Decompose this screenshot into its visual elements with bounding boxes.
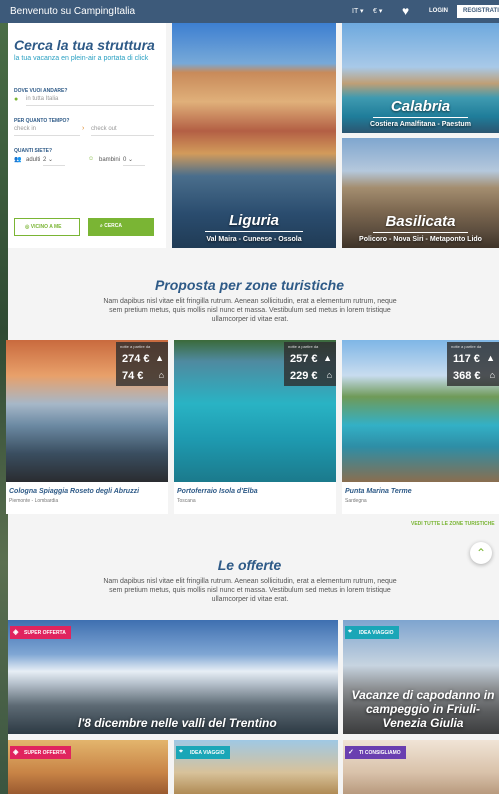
zone-card[interactable]: notte a partire da 117 € ▲ 368 € ⌂ Punta… [342,340,499,514]
offer-card[interactable]: ◈ SUPER OFFERTA l'8 dicembre nelle valli … [8,620,338,734]
offers-section-title: Le offerte [217,557,282,573]
offer-badge: ✓ TI CONSIGLIAMO [345,746,406,759]
offer-card[interactable]: ✓ TI CONSIGLIAMO [343,740,499,794]
divider [373,117,468,118]
search-panel: Cerca la tua struttura la tua vacanza en… [8,23,166,248]
region-subtitle: Policoro - Nova Siri - Metaponto Lido [359,236,482,243]
house-icon: ⌂ [489,370,495,380]
zone-name[interactable]: Punta Marina Terme [345,488,412,495]
region-subtitle: Val Maira - Cuneese - Ossola [206,236,302,243]
region-name: Liguria [228,212,279,229]
divider [373,232,468,233]
zone-name[interactable]: Cologna Spiaggia Roseto degli Abruzzi [9,488,139,495]
offer-card[interactable]: ⌖ IDEA VIAGGIO Vacanze di capodanno in ca… [343,620,499,734]
who-label: QUANTI SIETE? [14,148,53,154]
price-box: notte a partire da 257 € ▲ 229 € ⌂ [284,342,336,386]
zone-region: Sardegna [345,498,367,504]
tag-icon: ◈ [13,629,19,636]
price-tent: 117 € [453,353,480,365]
zone-region: Toscana [177,498,196,504]
tag-icon: ◈ [13,749,19,756]
offer-card[interactable]: ⌖ IDEA VIAGGIO [174,740,338,794]
currency-select[interactable]: € ▾ [373,7,382,15]
thumbs-up-icon: ✓ [348,749,354,756]
location-pin-icon: ⌖ [348,628,352,635]
offers-section-text: Nam dapibus nisl vitae elit fringilla ru… [103,578,397,603]
tent-icon: ▲ [155,353,164,363]
register-button[interactable]: REGISTRATI [457,5,499,18]
zones-section-title: Proposta per zone turistiche [154,277,345,293]
offer-badge: ⌖ IDEA VIAGGIO [345,626,399,639]
destination-input[interactable]: in tutta Italia [26,96,154,106]
region-tile-basilicata[interactable]: Basilicata Policoro - Nova Siri - Metapo… [342,138,499,248]
house-icon: ⌂ [158,370,164,380]
zone-card[interactable]: notte a partire da 274 € ▲ 74 € ⌂ Cologn… [6,340,168,514]
offer-badge: ◈ SUPER OFFERTA [10,626,71,639]
search-title: Cerca la tua struttura [14,37,155,53]
offer-card[interactable]: ◈ SUPER OFFERTA [8,740,168,794]
location-pin-icon: ⌖ [179,748,183,755]
zone-card[interactable]: notte a partire da 257 € ▲ 229 € ⌂ Porto… [174,340,336,514]
site-brand[interactable]: Benvenuto su CampingItalia [10,6,135,17]
language-select[interactable]: IT ▾ [352,7,364,15]
children-icon: ☺ [88,156,95,162]
adults-label: adulti [26,157,41,163]
price-tent: 274 € [122,353,150,365]
adults-select[interactable]: 2 ⌄ [43,156,65,166]
search-button[interactable]: ⌕ CERCA [88,218,154,236]
region-name: Calabria [390,98,451,115]
offer-badge: ⌖ IDEA VIAGGIO [176,746,230,759]
tent-icon: ▲ [486,353,495,363]
when-label: PER QUANTO TEMPO? [14,118,70,124]
region-tile-calabria[interactable]: Calabria Costiera Amalfitana - Paestum [342,23,499,133]
top-bar: Benvenuto su CampingItalia IT ▾ € ▾ ♥ LO… [0,0,499,23]
house-icon: ⌂ [326,370,332,380]
zones-section-text: Nam dapibus nisl vitae elit fringilla ru… [103,298,397,323]
price-note: notte a partire da [120,344,151,349]
zone-name[interactable]: Portoferraio Isola d'Elba [177,488,258,495]
see-all-zones-link[interactable]: VEDI TUTTE LE ZONE TURISTICHE [411,521,495,527]
region-name: Basilicata [385,213,456,230]
price-home: 229 € [290,370,318,382]
region-tile-liguria[interactable]: Liguria Val Maira - Cuneese - Ossola [172,23,336,248]
tent-icon: ▲ [323,353,332,363]
favorites-heart-icon[interactable]: ♥ [402,4,409,18]
search-subtitle: la tua vacanza en plein-air a portata di… [14,55,149,62]
price-home: 74 € [122,370,144,382]
checkin-input[interactable]: check in [14,126,80,136]
price-note: notte a partire da [288,344,319,349]
near-me-button[interactable]: ◎ VICINO A ME [14,218,80,236]
children-select[interactable]: 0 ⌄ [123,156,145,166]
offer-title: Vacanze di capodanno in campeggio in Fri… [351,688,495,730]
zone-region: Piemonte - Lombardia [9,498,59,504]
checkout-input[interactable]: check out [91,126,154,136]
offer-title: l'8 dicembre nelle valli del Trentino [78,716,277,730]
where-label: DOVE VUOI ANDARE? [14,88,68,94]
adults-icon: 👥 [14,157,22,163]
price-box: notte a partire da 117 € ▲ 368 € ⌂ [447,342,499,386]
arrow-right-icon: › [82,125,85,132]
offer-badge: ◈ SUPER OFFERTA [10,746,71,759]
login-link[interactable]: LOGIN [429,8,448,14]
children-label: bambini [99,157,121,163]
region-subtitle: Costiera Amalfitana - Paestum [370,121,471,128]
price-note: notte a partire da [451,344,482,349]
price-tent: 257 € [290,353,318,365]
price-box: notte a partire da 274 € ▲ 74 € ⌂ [116,342,168,386]
location-pin-icon: ● [14,96,19,103]
price-home: 368 € [453,370,481,382]
divider [204,231,304,232]
